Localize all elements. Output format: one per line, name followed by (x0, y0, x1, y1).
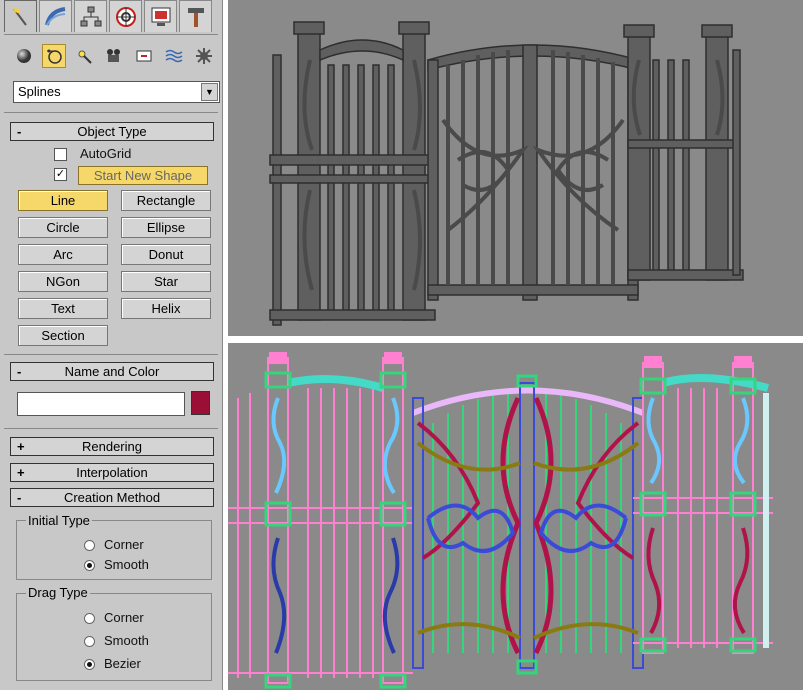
tab-hierarchy[interactable] (74, 0, 107, 32)
initial-type-smooth-radio[interactable] (84, 560, 95, 571)
collapse-icon: - (17, 490, 22, 505)
shape-button-text[interactable]: Text (18, 298, 108, 319)
space-warps-icon (165, 49, 183, 63)
drag-type-bezier-label: Bezier (104, 656, 141, 671)
tab-divider (4, 34, 218, 35)
autogrid-checkbox[interactable] (54, 148, 67, 161)
drag-type-bezier-radio[interactable] (84, 659, 95, 670)
divider (4, 112, 218, 113)
drag-type-corner-radio[interactable] (84, 613, 95, 624)
shape-button-arc[interactable]: Arc (18, 244, 108, 265)
shape-button-line[interactable]: Line (18, 190, 108, 211)
command-panel: Splines ▼ - Object Type AutoGrid ✓ Start… (0, 0, 223, 690)
tab-motion[interactable] (109, 0, 142, 32)
subtab-geometry[interactable] (12, 44, 36, 68)
display-icon (151, 7, 170, 26)
rollout-name-and-color[interactable]: - Name and Color (10, 362, 214, 381)
wireframe-gate-render (228, 352, 773, 689)
object-name-input[interactable] (17, 392, 185, 416)
shape-button-ellipse[interactable]: Ellipse (121, 217, 211, 238)
initial-type-title: Initial Type (26, 513, 92, 528)
drag-type-title: Drag Type (26, 585, 90, 600)
shape-button-circle[interactable]: Circle (18, 217, 108, 238)
drag-type-smooth-label: Smooth (104, 633, 149, 648)
initial-type-corner-label: Corner (104, 537, 144, 552)
drag-type-corner-label: Corner (104, 610, 144, 625)
systems-icon (196, 48, 212, 64)
hierarchy-icon (80, 6, 101, 26)
shapes-icon (47, 49, 62, 64)
subtab-lights[interactable] (72, 44, 96, 68)
shape-button-ngon[interactable]: NGon (18, 271, 108, 292)
object-color-swatch[interactable] (191, 391, 210, 415)
subtab-shapes[interactable] (42, 44, 66, 68)
initial-type-corner-radio[interactable] (84, 540, 95, 551)
cameras-icon (107, 49, 120, 62)
drag-type-smooth-radio[interactable] (84, 636, 95, 647)
rollout-creation-method[interactable]: - Creation Method (10, 488, 214, 507)
start-new-shape-button[interactable]: Start New Shape (78, 166, 208, 185)
object-category-row (12, 42, 218, 70)
tab-create[interactable] (4, 0, 37, 32)
divider (4, 428, 218, 429)
divider (4, 354, 218, 355)
rollout-interpolation[interactable]: + Interpolation (10, 463, 214, 482)
subtab-cameras[interactable] (102, 44, 126, 68)
create-icon (12, 7, 27, 26)
shape-button-donut[interactable]: Donut (121, 244, 211, 265)
rollout-title: Object Type (77, 124, 147, 139)
viewport-wireframe[interactable] (228, 343, 803, 690)
shape-button-rectangle[interactable]: Rectangle (121, 190, 211, 211)
rollout-title: Rendering (82, 439, 142, 454)
tab-utilities[interactable] (179, 0, 212, 32)
lights-icon (78, 50, 92, 64)
category-dropdown-value: Splines (18, 84, 61, 99)
subtab-space-warps[interactable] (162, 44, 186, 68)
shape-button-section[interactable]: Section (18, 325, 108, 346)
category-dropdown[interactable]: Splines ▼ (13, 81, 220, 103)
shape-button-star[interactable]: Star (121, 271, 211, 292)
subtab-helpers[interactable] (132, 44, 156, 68)
shaded-gate-render (269, 21, 744, 326)
initial-type-smooth-label: Smooth (104, 557, 149, 572)
autogrid-label: AutoGrid (80, 146, 132, 161)
chevron-down-icon[interactable]: ▼ (201, 83, 218, 101)
rollout-title: Name and Color (64, 364, 160, 379)
helpers-icon (136, 50, 152, 62)
rollout-title: Interpolation (76, 465, 148, 480)
expand-icon: + (17, 439, 25, 454)
geometry-icon (17, 49, 31, 63)
utilities-icon (187, 7, 204, 27)
expand-icon: + (17, 465, 25, 480)
command-panel-tabs (4, 0, 218, 34)
rollout-object-type[interactable]: - Object Type (10, 122, 214, 141)
rollout-title: Creation Method (63, 490, 161, 505)
subtab-systems[interactable] (192, 44, 216, 68)
motion-icon (115, 6, 136, 27)
tab-modify[interactable] (39, 0, 72, 32)
viewport-shaded[interactable] (228, 0, 803, 336)
modify-icon (44, 6, 65, 26)
collapse-icon: - (17, 364, 22, 379)
collapse-icon: - (17, 124, 22, 139)
tab-display[interactable] (144, 0, 177, 32)
rollout-rendering[interactable]: + Rendering (10, 437, 214, 456)
start-new-shape-checkbox[interactable]: ✓ (54, 168, 67, 181)
shape-button-helix[interactable]: Helix (121, 298, 211, 319)
